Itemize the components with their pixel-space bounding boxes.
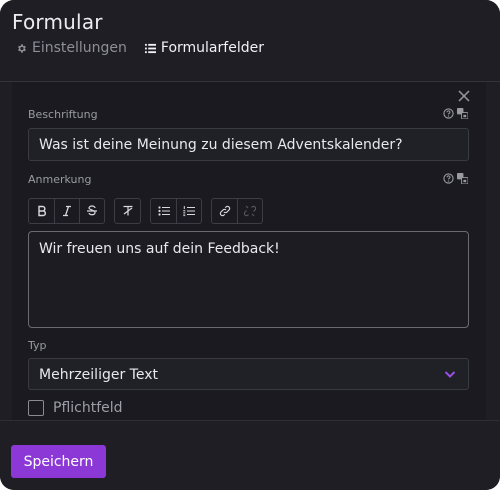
note-editor[interactable]: Wir freuen uns auf dein Feedback! (28, 231, 469, 328)
italic-icon (63, 205, 71, 217)
gear-icon (18, 43, 26, 53)
note-help (443, 173, 468, 184)
tab-bar: Einstellungen Formularfelder (16, 40, 264, 56)
clear-format-icon (123, 205, 132, 216)
translate-icon[interactable] (457, 108, 468, 119)
note-editor-text: Wir freuen uns auf dein Feedback! (39, 241, 280, 257)
caption-label: Beschriftung (28, 108, 98, 121)
scrollbar[interactable] (486, 82, 500, 420)
caption-help (443, 108, 468, 119)
numbered-list-button[interactable] (176, 199, 201, 223)
form-dialog: Formular Einstellungen Formularfelder Be… (0, 0, 500, 490)
caption-input-value: Was ist deine Meinung zu diesem Adventsk… (39, 137, 403, 153)
link-icon (219, 205, 230, 217)
link-button[interactable] (212, 199, 237, 223)
tab-settings-label: Einstellungen (32, 40, 127, 56)
numbered-list-icon (183, 206, 195, 217)
caption-input[interactable]: Was ist deine Meinung zu diesem Adventsk… (28, 128, 469, 161)
bold-icon (37, 205, 46, 217)
help-icon[interactable] (443, 173, 454, 184)
save-button[interactable]: Speichern (11, 445, 106, 478)
bullet-list-icon (157, 206, 170, 216)
bold-button[interactable] (29, 199, 54, 223)
dialog-header: Formular Einstellungen Formularfelder (0, 0, 500, 82)
dialog-title: Formular (12, 10, 103, 34)
unlink-button[interactable] (237, 199, 262, 223)
tab-form-fields-label: Formularfelder (160, 40, 264, 56)
tab-form-fields[interactable]: Formularfelder (144, 40, 264, 56)
tab-settings[interactable]: Einstellungen (16, 40, 127, 56)
type-label: Typ (28, 339, 47, 352)
italic-button[interactable] (54, 199, 79, 223)
list-group (150, 198, 202, 224)
required-checkbox[interactable] (28, 400, 44, 416)
link-group (211, 198, 263, 224)
clear-group (114, 198, 141, 224)
format-group (28, 198, 105, 224)
strikethrough-button[interactable] (79, 199, 104, 223)
rich-text-toolbar (28, 198, 263, 224)
required-checkbox-label: Pflichtfeld (53, 400, 123, 416)
strikethrough-icon (87, 205, 97, 216)
type-select[interactable]: Mehrzeiliger Text (28, 358, 469, 390)
list-icon (144, 43, 156, 53)
bullet-list-button[interactable] (151, 199, 176, 223)
help-icon[interactable] (443, 108, 454, 119)
clear-format-button[interactable] (115, 199, 140, 223)
chevron-down-icon (444, 371, 456, 378)
note-label: Anmerkung (28, 173, 92, 186)
unlink-icon (244, 205, 256, 217)
close-icon[interactable] (456, 88, 472, 104)
type-select-value: Mehrzeiliger Text (39, 367, 158, 383)
translate-icon[interactable] (457, 173, 468, 184)
